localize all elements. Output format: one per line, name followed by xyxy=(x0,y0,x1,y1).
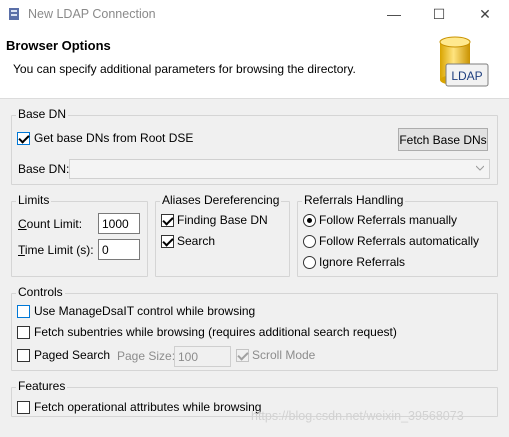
base-dn-label: Base DN: xyxy=(18,162,70,176)
paged-search-checkbox[interactable] xyxy=(17,349,30,362)
scroll-mode-label[interactable]: Scroll Mode xyxy=(252,348,315,362)
follow-referrals-automatically-radio[interactable] xyxy=(303,235,316,248)
count-limit-input[interactable] xyxy=(98,213,140,234)
finding-base-dn-checkbox[interactable] xyxy=(161,214,174,227)
scroll-mode-checkbox[interactable] xyxy=(236,349,249,362)
ldap-database-icon: LDAP xyxy=(439,36,489,87)
manage-dsait-label[interactable]: Use ManageDsaIT control while browsing xyxy=(34,304,255,318)
close-button[interactable]: ✕ xyxy=(474,4,496,24)
time-limit-input[interactable] xyxy=(98,239,140,260)
minimize-button[interactable]: — xyxy=(383,4,405,24)
ldap-logo-text: LDAP xyxy=(451,69,482,83)
ignore-referrals-radio[interactable] xyxy=(303,256,316,269)
page-size-label: Page Size: xyxy=(117,349,176,363)
eclipse-app-icon xyxy=(7,7,21,21)
search-label[interactable]: Search xyxy=(177,234,215,248)
fetch-subentries-checkbox[interactable] xyxy=(17,326,30,339)
follow-referrals-manually-label[interactable]: Follow Referrals manually xyxy=(319,213,457,227)
time-limit-label: Time Limit (s): xyxy=(18,243,94,257)
features-group-label: Features xyxy=(16,379,68,393)
chevron-down-icon[interactable] xyxy=(476,164,484,172)
ignore-referrals-label[interactable]: Ignore Referrals xyxy=(319,255,405,269)
referrals-group-label: Referrals Handling xyxy=(302,193,406,207)
wizard-header: Browser Options You can specify addition… xyxy=(0,28,509,99)
fetch-subentries-label[interactable]: Fetch subentries while browsing (require… xyxy=(34,325,397,339)
watermark-text: https://blog.csdn.net/weixin_39568073 xyxy=(251,409,464,423)
limits-group-label: Limits xyxy=(16,193,52,207)
search-checkbox[interactable] xyxy=(161,235,174,248)
finding-base-dn-label[interactable]: Finding Base DN xyxy=(177,213,268,227)
count-limit-label: Count Limit: xyxy=(18,217,83,231)
maximize-button[interactable]: ☐ xyxy=(428,4,450,24)
fetch-base-dns-button[interactable]: Fetch Base DNs xyxy=(398,128,488,151)
fetch-operational-label[interactable]: Fetch operational attributes while brows… xyxy=(34,400,261,414)
get-base-dns-checkbox[interactable] xyxy=(17,132,30,145)
page-description: You can specify additional parameters fo… xyxy=(13,62,356,76)
base-dn-group-label: Base DN xyxy=(16,107,69,121)
page-size-input[interactable] xyxy=(174,346,231,367)
follow-referrals-manually-radio[interactable] xyxy=(303,214,316,227)
fetch-operational-checkbox[interactable] xyxy=(17,401,30,414)
title-bar: New LDAP Connection — ☐ ✕ xyxy=(0,0,509,28)
controls-group-label: Controls xyxy=(16,285,65,299)
manage-dsait-checkbox[interactable] xyxy=(17,305,30,318)
aliases-group-label: Aliases Dereferencing xyxy=(160,193,282,207)
window-title: New LDAP Connection xyxy=(28,7,156,21)
get-base-dns-label[interactable]: Get base DNs from Root DSE xyxy=(34,131,193,145)
page-title: Browser Options xyxy=(6,38,111,53)
base-dn-combo[interactable] xyxy=(69,159,490,179)
follow-referrals-automatically-label[interactable]: Follow Referrals automatically xyxy=(319,234,479,248)
paged-search-label[interactable]: Paged Search xyxy=(34,348,110,362)
